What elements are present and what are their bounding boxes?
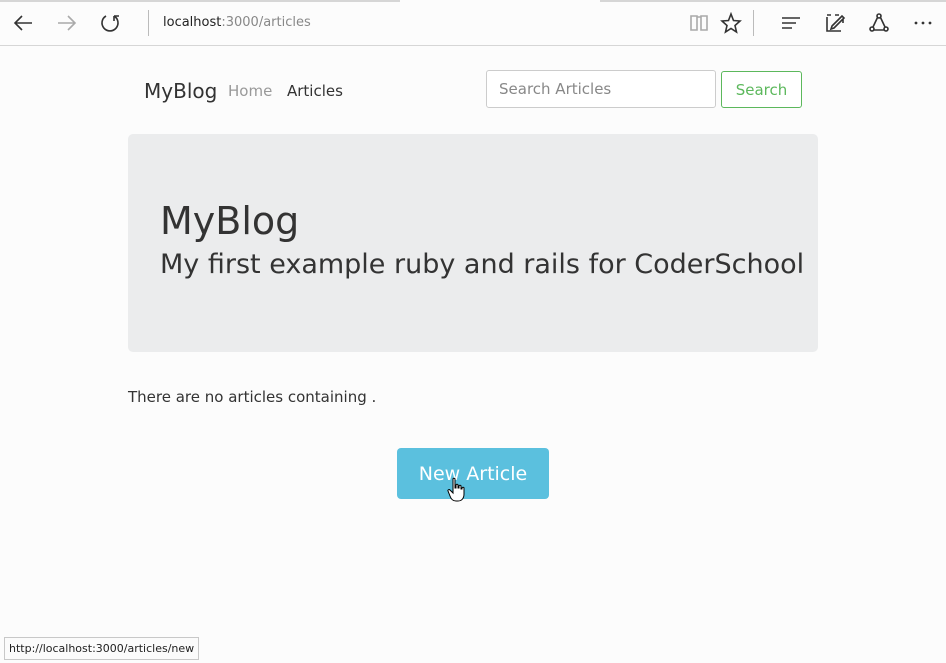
nav-link-articles[interactable]: Articles [287, 82, 343, 100]
web-note-icon[interactable] [820, 8, 850, 38]
navbar-brand[interactable]: MyBlog [144, 79, 217, 103]
address-divider [148, 10, 149, 36]
reading-view-icon[interactable] [684, 8, 714, 38]
hub-icon[interactable] [776, 8, 806, 38]
tab-strip-right [600, 0, 946, 2]
toolbar-divider [753, 10, 754, 36]
browser-toolbar: localhost:3000/articles [0, 0, 946, 46]
jumbotron-title: MyBlog [160, 199, 300, 243]
status-bar-url: http://localhost:3000/articles/new [4, 637, 200, 660]
hand-cursor-icon [447, 477, 465, 502]
jumbotron: MyBlog My first example ruby and rails f… [128, 134, 818, 352]
page-content: MyBlog Home Articles Search MyBlog My fi… [0, 47, 946, 663]
refresh-icon[interactable] [95, 8, 125, 38]
favorite-star-icon[interactable] [716, 8, 746, 38]
no-results-message: There are no articles containing . [128, 388, 377, 406]
forward-arrow-icon[interactable] [52, 8, 82, 38]
nav-link-home[interactable]: Home [228, 82, 272, 100]
more-icon[interactable] [908, 8, 938, 38]
back-arrow-icon[interactable] [8, 8, 38, 38]
tab-strip-left [0, 0, 400, 2]
search-input[interactable] [486, 70, 716, 108]
new-article-button[interactable]: New Article [397, 448, 549, 499]
jumbotron-subtitle: My first example ruby and rails for Code… [160, 249, 805, 280]
address-bar[interactable]: localhost:3000/articles [163, 15, 311, 30]
share-icon[interactable] [864, 8, 894, 38]
address-path: :3000/articles [221, 15, 311, 30]
search-button[interactable]: Search [721, 71, 802, 108]
address-host: localhost [163, 15, 222, 30]
